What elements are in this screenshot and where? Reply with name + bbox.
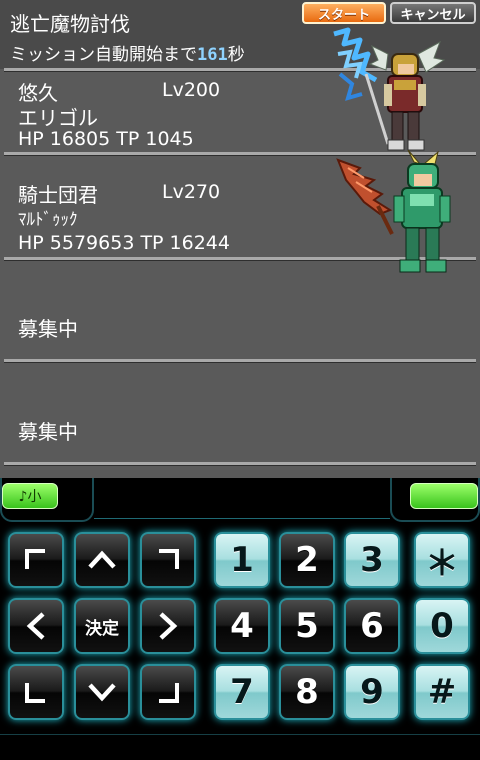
keypad: ♪小 決定 1 2 3 ＊ 4 5 6 0 7 8 9 # [0,478,480,760]
star-label: ＊ [425,543,459,584]
arrow-down-icon [88,683,116,702]
glow-divider [0,734,480,735]
recruit-slot-2[interactable]: 募集中 [4,380,476,462]
mission-countdown-text: ミッション自動開始まで161秒 [10,40,245,65]
recruit-label: 募集中 [18,317,78,341]
key-3[interactable]: 3 [344,532,400,588]
confirm-label: 決定 [85,618,119,639]
member-level: Lv200 [162,79,221,101]
key-9[interactable]: 9 [344,664,400,720]
recruit-label: 募集中 [18,420,78,444]
arrow-up-right-icon [159,549,179,569]
mission-suffix: 秒 [227,45,245,65]
key-5[interactable]: 5 [279,598,335,654]
key-0[interactable]: 0 [414,598,470,654]
key-left[interactable] [8,598,64,654]
member-stats: HP 5579653 TP 16244 [18,232,230,254]
key-star[interactable]: ＊ [414,532,470,588]
key-up[interactable] [74,532,130,588]
key-down-right[interactable] [140,664,196,720]
dragon-knight-sprite [336,150,451,273]
key-down[interactable] [74,664,130,720]
member-name: 騎士団君 [18,183,98,207]
key-2[interactable]: 2 [279,532,335,588]
member-stats: HP 16805 TP 1045 [18,128,194,150]
arrow-up-icon [88,550,116,569]
countdown-value: 161 [197,45,228,65]
key-confirm[interactable]: 決定 [74,598,130,654]
arrow-left-icon [26,612,45,640]
digit-label: 8 [295,672,319,712]
game-screen: 逃亡魔物討伐 ミッション自動開始まで161秒 スタート キャンセル 悠久 Lv2… [0,0,480,478]
glow-divider [94,518,390,519]
digit-label: 3 [360,540,384,580]
key-8[interactable]: 8 [279,664,335,720]
key-7[interactable]: 7 [214,664,270,720]
digit-label: 2 [295,540,319,580]
member-job: ﾏﾙﾄﾞｩｯｸ [18,210,78,230]
softkey-left-volume[interactable]: ♪小 [2,483,58,509]
digit-label: 9 [360,672,384,712]
key-hash[interactable]: # [414,664,470,720]
digit-label: 4 [230,606,254,646]
hash-label: # [427,672,457,712]
recruit-slot-1[interactable]: 募集中 [4,277,476,359]
start-button[interactable]: スタート [302,2,386,24]
arrow-up-left-icon [25,549,45,569]
arrow-right-icon [159,612,178,640]
softkey-right[interactable] [410,483,478,509]
knight-sprite [333,27,446,151]
arrow-down-right-icon [159,683,179,703]
key-down-left[interactable] [8,664,64,720]
member-job: エリゴル [18,106,98,130]
member-level: Lv270 [162,181,221,203]
mission-prefix: ミッション自動開始まで [10,45,197,65]
key-4[interactable]: 4 [214,598,270,654]
key-1[interactable]: 1 [214,532,270,588]
key-6[interactable]: 6 [344,598,400,654]
divider [4,462,476,466]
key-right[interactable] [140,598,196,654]
digit-label: 1 [230,540,254,580]
key-up-left[interactable] [8,532,64,588]
digit-label: 5 [295,606,319,646]
digit-label: 6 [360,606,384,646]
divider [4,359,476,363]
key-up-right[interactable] [140,532,196,588]
digit-label: 7 [230,672,254,712]
digit-label: 0 [430,606,454,646]
arrow-down-left-icon [25,683,45,703]
mission-title: 逃亡魔物討伐 [10,12,130,36]
cancel-button[interactable]: キャンセル [390,2,476,24]
